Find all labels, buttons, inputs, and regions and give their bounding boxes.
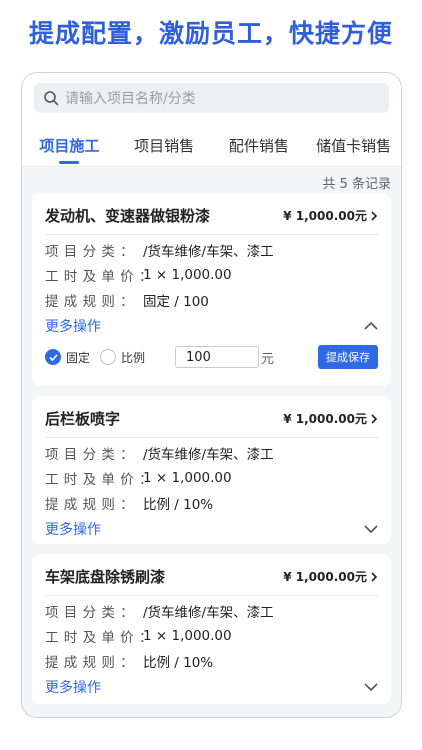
hours-price-value: 1 × 1,000.00: [143, 266, 232, 283]
fixed-label: 固定: [66, 350, 91, 365]
rule-label: 提 成 规 则 ：: [45, 293, 135, 310]
ratio-label: 比例: [121, 350, 146, 365]
list-item: 发动机、变速器做银粉漆 ¥ 1,000.00元 项 目 分 类 ： /货车维修/…: [32, 193, 391, 386]
hours-price-row: 工 时 及 单 价 ： 1 × 1,000.00: [45, 465, 378, 490]
more-actions-link[interactable]: 更多操作: [45, 677, 101, 697]
fixed-option[interactable]: 固定: [45, 349, 90, 366]
commission-editor: 固定 比例 元 提成保存: [45, 340, 378, 374]
category-label: 项 目 分 类 ：: [45, 446, 135, 463]
rule-row: 提 成 规 则 ： 比例 / 10%: [45, 490, 378, 515]
item-title: 车架底盘除锈刷漆: [45, 568, 166, 586]
unit-label: 元: [261, 351, 275, 367]
item-header[interactable]: 车架底盘除锈刷漆 ¥ 1,000.00元: [45, 554, 378, 596]
ratio-option[interactable]: 比例: [100, 349, 145, 366]
rule-row: 提 成 规 则 ： 固定 / 100: [45, 287, 378, 312]
hours-price-row: 工 时 及 单 价 ： 1 × 1,000.00: [45, 262, 378, 287]
rule-label: 提 成 规 则 ：: [45, 496, 135, 513]
commission-value-input[interactable]: [175, 346, 260, 368]
search-placeholder: 请输入项目名称/分类: [65, 91, 196, 107]
item-header[interactable]: 发动机、变速器做银粉漆 ¥ 1,000.00元: [45, 193, 378, 235]
fixed-radio[interactable]: [45, 349, 61, 365]
tab-bar: 项目施工 项目销售 配件销售 储值卡销售: [22, 125, 401, 167]
search-icon: [44, 91, 59, 106]
chevron-right-icon: [371, 571, 378, 582]
record-count: 共 5 条记录: [322, 177, 391, 192]
tab-project-sales[interactable]: 项目销售: [117, 125, 212, 167]
list-item: 车架底盘除锈刷漆 ¥ 1,000.00元 项 目 分 类 ： /货车维修/车架、…: [32, 554, 391, 704]
category-label: 项 目 分 类 ：: [45, 604, 135, 621]
item-header[interactable]: 后栏板喷字 ¥ 1,000.00元: [45, 396, 378, 438]
hours-price-label: 工 时 及 单 价 ：: [45, 471, 153, 488]
category-row: 项 目 分 类 ： /货车维修/车架、漆工: [45, 440, 378, 465]
category-row: 项 目 分 类 ： /货车维修/车架、漆工: [45, 598, 378, 623]
phone-frame: 请输入项目名称/分类 项目施工 项目销售 配件销售 储值卡销售 共 5 条记录 …: [21, 72, 402, 718]
checkmark-icon: [49, 354, 58, 361]
more-row: 更多操作: [45, 515, 378, 543]
tab-stored-card-sales[interactable]: 储值卡销售: [306, 125, 401, 167]
category-value: /货车维修/车架、漆工: [143, 243, 274, 260]
hours-price-label: 工 时 及 单 价 ：: [45, 629, 153, 646]
item-price: ¥ 1,000.00元: [283, 207, 378, 224]
rule-row: 提 成 规 则 ： 比例 / 10%: [45, 648, 378, 673]
promo-headline: 提成配置，激励员工，快捷方便: [28, 19, 393, 48]
more-row: 更多操作: [45, 673, 378, 701]
ratio-radio[interactable]: [100, 349, 117, 365]
item-price-value: ¥ 1,000.00元: [283, 570, 367, 584]
search-area: 请输入项目名称/分类: [22, 73, 401, 125]
hours-price-row: 工 时 及 单 价 ： 1 × 1,000.00: [45, 623, 378, 648]
category-row: 项 目 分 类 ： /货车维修/车架、漆工: [45, 237, 378, 262]
chevron-right-icon: [371, 413, 378, 424]
list-item: 后栏板喷字 ¥ 1,000.00元 项 目 分 类 ： /货车维修/车架、漆工 …: [32, 396, 391, 544]
search-input[interactable]: 请输入项目名称/分类: [34, 83, 389, 113]
rule-value: 比例 / 10%: [143, 496, 214, 513]
category-value: /货车维修/车架、漆工: [143, 446, 274, 463]
item-price: ¥ 1,000.00元: [283, 568, 378, 585]
item-price-value: ¥ 1,000.00元: [283, 209, 367, 223]
hours-price-value: 1 × 1,000.00: [143, 627, 232, 644]
hours-price-value: 1 × 1,000.00: [143, 469, 232, 486]
item-title: 发动机、变速器做银粉漆: [45, 207, 211, 225]
category-value: /货车维修/车架、漆工: [143, 604, 274, 621]
rule-value: 固定 / 100: [143, 293, 209, 310]
more-actions-link[interactable]: 更多操作: [45, 316, 101, 336]
hours-price-label: 工 时 及 单 价 ：: [45, 268, 153, 285]
rule-label: 提 成 规 则 ：: [45, 654, 135, 671]
chevron-down-icon[interactable]: [364, 524, 378, 534]
item-title: 后栏板喷字: [45, 410, 121, 428]
tab-parts-sales[interactable]: 配件销售: [212, 125, 307, 167]
save-commission-button[interactable]: 提成保存: [318, 345, 378, 369]
chevron-up-icon[interactable]: [364, 321, 378, 331]
tab-project-construction[interactable]: 项目施工: [22, 125, 117, 167]
more-actions-link[interactable]: 更多操作: [45, 519, 101, 539]
rule-value: 比例 / 10%: [143, 654, 214, 671]
item-price-value: ¥ 1,000.00元: [283, 412, 367, 426]
chevron-right-icon: [371, 210, 378, 221]
item-price: ¥ 1,000.00元: [283, 410, 378, 427]
category-label: 项 目 分 类 ：: [45, 243, 135, 260]
more-row: 更多操作: [45, 312, 378, 340]
chevron-down-icon[interactable]: [364, 682, 378, 692]
